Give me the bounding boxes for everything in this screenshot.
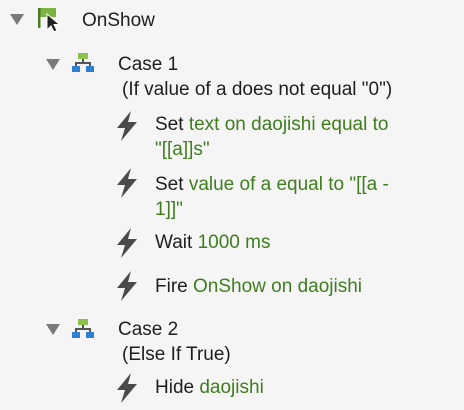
action-wait[interactable]: Wait 1000 ms: [155, 230, 270, 255]
action-detail: value of a equal to "[[a -: [188, 174, 389, 195]
event-cursor-flag-icon: [38, 8, 61, 33]
action-detail: text on daojishi equal to: [188, 114, 389, 135]
lightning-bolt-icon: [117, 168, 137, 198]
action-detail: daojishi: [199, 377, 264, 398]
case-branch-icon: [72, 53, 94, 72]
action-detail-continued: 1]]": [155, 199, 183, 220]
action-detail-continued: "[[a]]s": [155, 139, 210, 160]
case-2-condition: (Else If True): [122, 344, 231, 365]
expand-arrow-case-1[interactable]: [46, 59, 60, 70]
action-fire[interactable]: Fire OnShow on daojishi: [155, 274, 362, 299]
action-verb: Set: [155, 114, 184, 135]
action-hide[interactable]: Hide daojishi: [155, 375, 264, 400]
event-label[interactable]: OnShow: [82, 8, 155, 33]
case-branch-icon: [72, 319, 94, 338]
lightning-bolt-icon: [117, 111, 137, 141]
case-1-label[interactable]: Case 1: [118, 52, 178, 77]
action-verb: Fire: [155, 276, 188, 297]
action-set-text-line1[interactable]: Set text on daojishi equal to: [155, 112, 388, 137]
action-verb: Wait: [155, 232, 193, 253]
action-detail: OnShow on daojishi: [193, 276, 363, 297]
lightning-bolt-icon: [117, 373, 137, 403]
expand-arrow-onshow[interactable]: [10, 14, 24, 25]
case-1-condition: (If value of a does not equal "0"): [122, 79, 393, 100]
action-detail: 1000 ms: [197, 232, 271, 253]
action-verb: Set: [155, 174, 184, 195]
lightning-bolt-icon: [117, 271, 137, 301]
action-set-value-line1[interactable]: Set value of a equal to "[[a -: [155, 172, 389, 197]
lightning-bolt-icon: [117, 228, 137, 258]
expand-arrow-case-2[interactable]: [46, 324, 60, 335]
case-2-label[interactable]: Case 2: [118, 317, 178, 342]
action-verb: Hide: [155, 377, 195, 398]
